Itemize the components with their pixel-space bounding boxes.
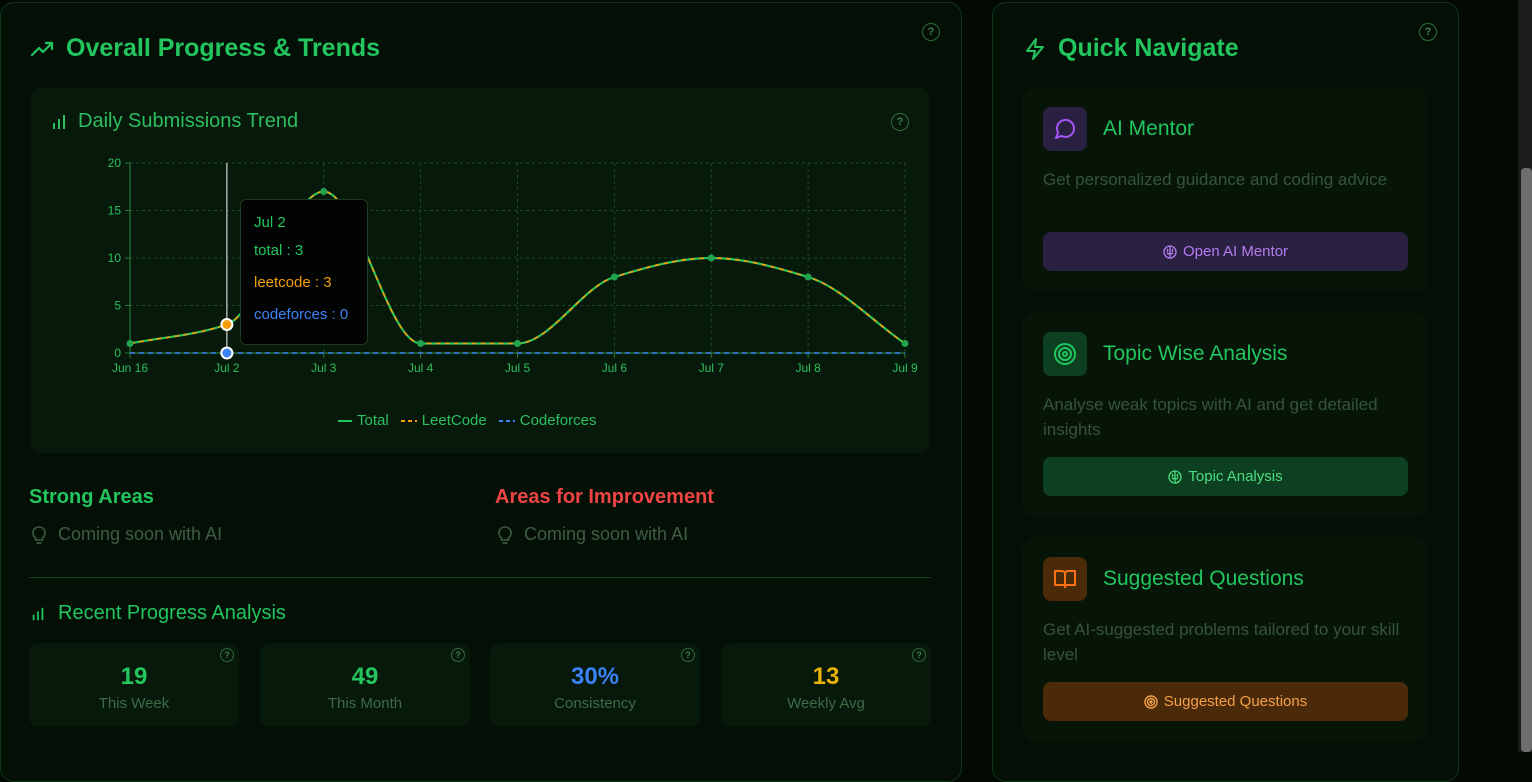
- stat-value: 19: [120, 663, 148, 690]
- legend-codeforces-line-icon: [498, 419, 515, 422]
- recent-progress-title: Recent Progress Analysis: [58, 602, 286, 624]
- stat-label: This Week: [98, 695, 170, 712]
- x-tick-label: Jun 16: [112, 361, 148, 375]
- stat-label: This Month: [327, 695, 403, 712]
- nav-card-ai-mentor: AI Mentor Get personalized guidance and …: [1022, 87, 1428, 292]
- recent-progress-heading: Recent Progress Analysis: [30, 602, 286, 625]
- brain-icon: [1168, 469, 1183, 484]
- tooltip-codeforces: codeforces : 0: [254, 306, 349, 323]
- strong-areas-text: Coming soon with AI: [58, 524, 223, 544]
- data-point-total: [610, 273, 618, 281]
- open-ai-mentor-label: Open AI Mentor: [1182, 243, 1289, 260]
- quick-navigate-heading: Quick Navigate: [1024, 34, 1239, 63]
- tooltip-date: Jul 2: [254, 214, 286, 231]
- stat-label: Weekly Avg: [787, 695, 865, 712]
- data-point-total: [514, 340, 521, 347]
- scrollbar-thumb[interactable]: [1521, 168, 1532, 752]
- x-tick-label: Jul 7: [699, 361, 725, 375]
- legend-leetcode-label: LeetCode: [421, 412, 487, 429]
- nav-card-title: Suggested Questions: [1103, 567, 1304, 590]
- suggested-questions-button[interactable]: Suggested Questions: [1043, 682, 1408, 721]
- section-divider: [29, 577, 931, 578]
- stat-value: 13: [812, 663, 840, 690]
- nav-card-title: Topic Wise Analysis: [1103, 342, 1288, 365]
- legend-total-line-icon: [338, 419, 352, 422]
- data-point-total: [126, 340, 134, 347]
- topic-analysis-button[interactable]: Topic Analysis: [1043, 457, 1408, 496]
- zap-icon: [1026, 37, 1044, 60]
- topic-analysis-icon-box: [1043, 332, 1087, 376]
- open-ai-mentor-button[interactable]: Open AI Mentor: [1043, 232, 1408, 271]
- lightbulb-icon: [498, 525, 512, 544]
- nav-card-suggested-questions: Suggested Questions Get AI-suggested pro…: [1022, 537, 1428, 742]
- legend-total-label: Total: [357, 412, 389, 429]
- message-circle-icon: [1055, 118, 1076, 139]
- topic-analysis-label: Topic Analysis: [1188, 468, 1283, 485]
- nav-card-topic-analysis: Topic Wise Analysis Analyse weak topics …: [1022, 312, 1428, 517]
- y-tick-label: 5: [114, 299, 121, 313]
- nav-card-description: Get AI-suggested problems tailored to yo…: [1043, 620, 1400, 664]
- data-point-total: [707, 254, 715, 262]
- target-icon: [1054, 343, 1076, 365]
- x-tick-label: Jul 2: [214, 361, 240, 375]
- nav-card-title: AI Mentor: [1103, 117, 1195, 140]
- x-tick-label: Jul 4: [408, 361, 434, 375]
- x-tick-label: Jul 5: [505, 361, 531, 375]
- active-point-codeforces: [220, 346, 234, 360]
- chart-tooltip: Jul 2 total : 3 leetcode : 3 codeforces …: [240, 199, 368, 345]
- strong-areas-title: Strong Areas: [29, 486, 154, 508]
- target-icon: [1144, 694, 1158, 709]
- quick-navigate-help-icon[interactable]: ?: [1419, 23, 1437, 41]
- legend-total[interactable]: Total: [338, 412, 389, 429]
- legend-leetcode-line-icon: [400, 419, 417, 422]
- suggested-questions-icon-box: [1043, 557, 1087, 601]
- book-open-icon: [1054, 570, 1076, 588]
- stat-card-this-week: ? 19 This Week: [29, 643, 239, 727]
- improvement-areas-title: Areas for Improvement: [495, 486, 714, 508]
- ai-mentor-icon-box: [1043, 107, 1087, 151]
- tooltip-leetcode: leetcode : 3: [254, 274, 332, 291]
- brain-icon: [1163, 244, 1177, 259]
- data-point-total: [901, 340, 909, 347]
- improvement-areas-placeholder: Coming soon with AI: [496, 524, 688, 545]
- y-tick-label: 0: [114, 346, 121, 360]
- stat-help-icon[interactable]: ?: [451, 648, 465, 662]
- data-point-total: [417, 340, 425, 347]
- stat-card-consistency: ? 30% Consistency: [490, 643, 700, 727]
- tooltip-total: total : 3: [254, 242, 304, 259]
- chart-legend: Total LeetCode Codeforces: [338, 412, 596, 429]
- submissions-line-chart[interactable]: 0 5 10 15 20 Jun 16 Jul 2 Jul 3 Jul 4 Jul 5 Jul 6 J…: [0, 0, 962, 460]
- data-point-total: [320, 188, 328, 195]
- lightbulb-icon: [32, 525, 46, 544]
- y-tick-label: 20: [108, 156, 122, 170]
- improvement-areas-text: Coming soon with AI: [524, 524, 689, 544]
- stat-card-weekly-avg: ? 13 Weekly Avg: [721, 643, 931, 727]
- y-tick-label: 10: [108, 251, 122, 265]
- x-tick-label: Jul 9: [892, 361, 918, 375]
- stat-help-icon[interactable]: ?: [681, 648, 695, 662]
- strong-areas-placeholder: Coming soon with AI: [30, 524, 222, 545]
- legend-codeforces[interactable]: Codeforces: [498, 412, 597, 429]
- x-tick-label: Jul 6: [602, 361, 628, 375]
- x-tick-label: Jul 8: [795, 361, 821, 375]
- quick-navigate-title: Quick Navigate: [1058, 34, 1239, 62]
- active-point-leetcode: [220, 318, 234, 331]
- y-tick-label: 15: [108, 204, 122, 218]
- data-point-total: [804, 273, 812, 281]
- legend-codeforces-label: Codeforces: [519, 412, 597, 429]
- nav-card-description: Analyse weak topics with AI and get deta…: [1043, 395, 1378, 439]
- stat-value: 30%: [570, 663, 620, 690]
- legend-leetcode[interactable]: LeetCode: [400, 412, 487, 429]
- x-tick-label: Jul 3: [311, 361, 337, 375]
- nav-card-description: Get personalized guidance and coding adv…: [1043, 170, 1388, 189]
- stat-value: 49: [351, 663, 379, 690]
- stat-label: Consistency: [554, 695, 636, 712]
- stat-help-icon[interactable]: ?: [220, 648, 234, 662]
- stat-help-icon[interactable]: ?: [912, 648, 926, 662]
- stat-card-this-month: ? 49 This Month: [260, 643, 470, 727]
- suggested-questions-label: Suggested Questions: [1163, 693, 1308, 710]
- bar-chart-icon: [32, 607, 44, 620]
